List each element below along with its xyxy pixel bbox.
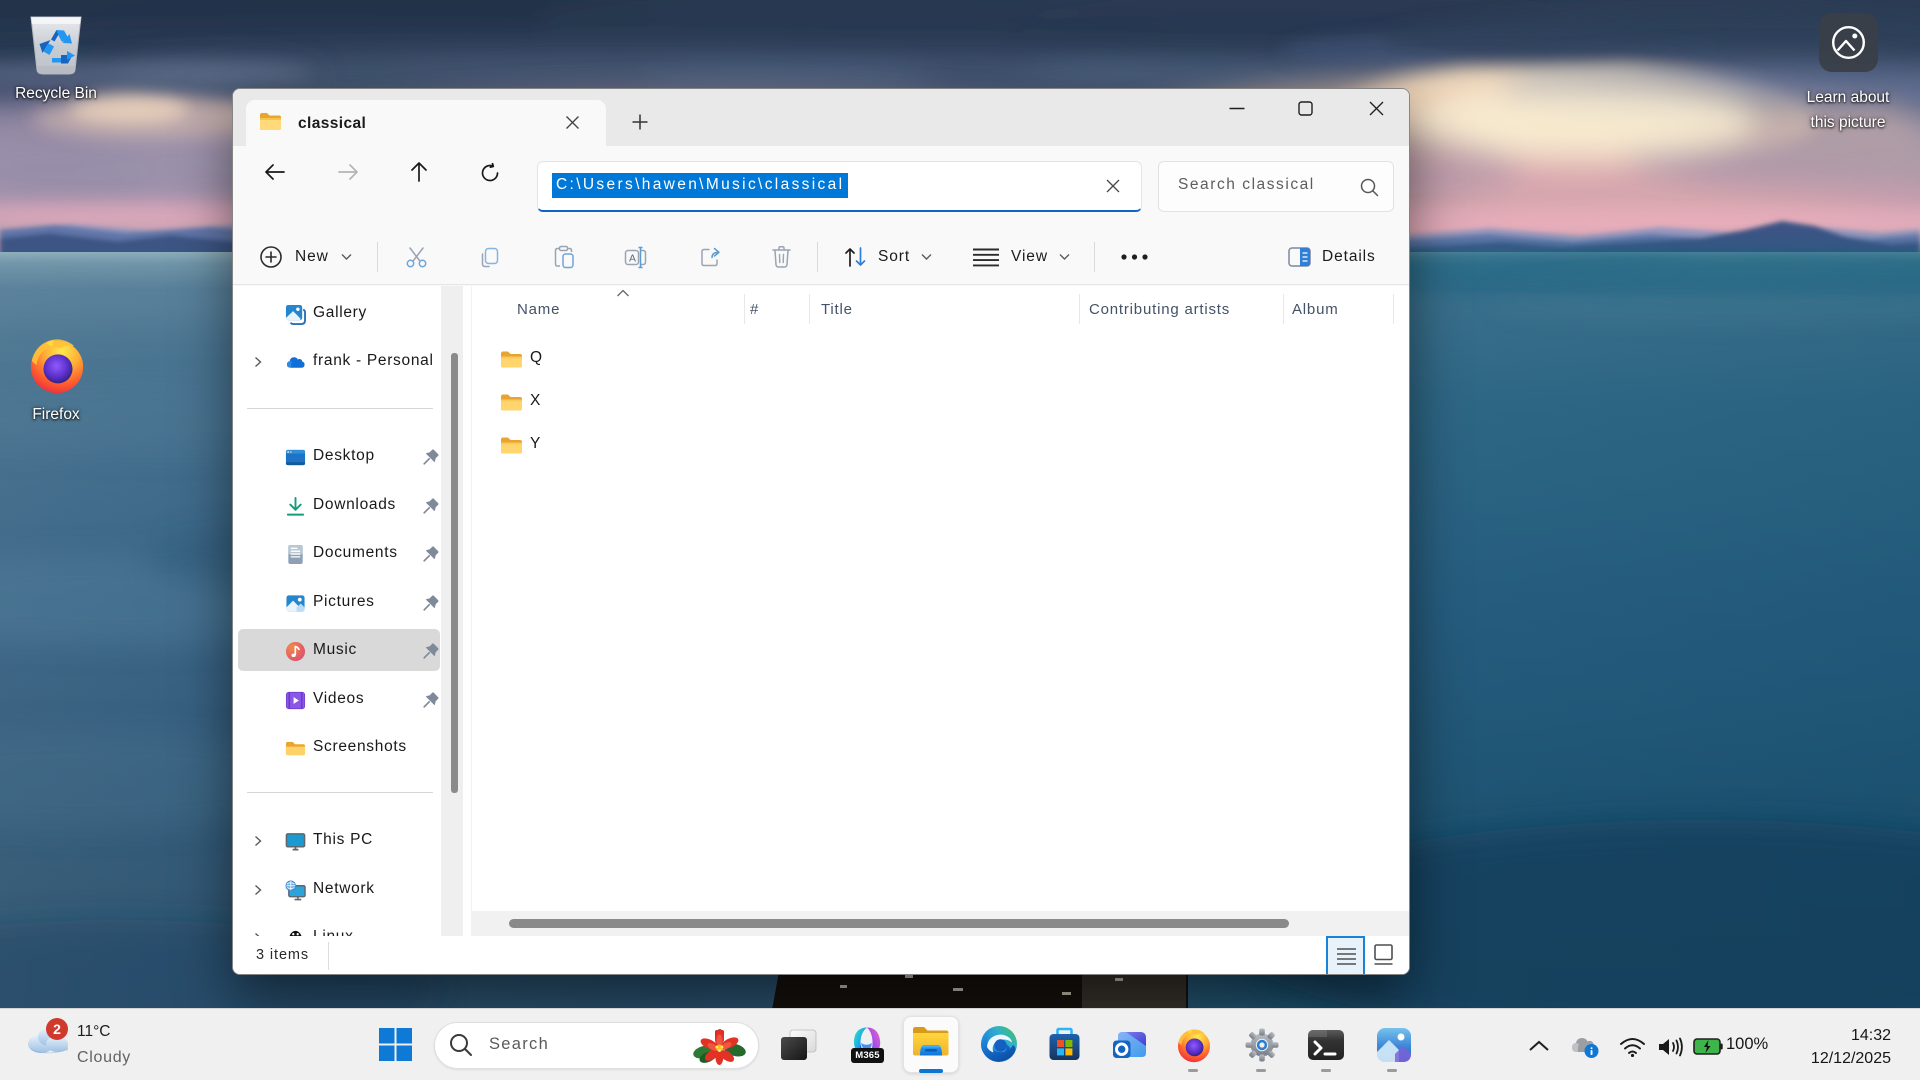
svg-text:A: A	[629, 253, 636, 265]
